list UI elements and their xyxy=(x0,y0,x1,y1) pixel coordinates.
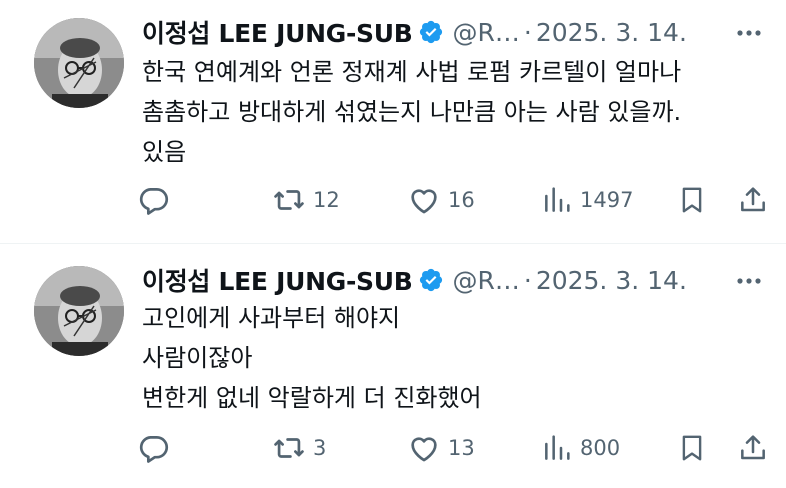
author-name[interactable]: 이정섭 LEE JUNG-SUB xyxy=(142,14,413,50)
heart-icon xyxy=(411,189,437,214)
bookmark-button[interactable] xyxy=(677,180,707,220)
share-icon xyxy=(741,187,765,212)
tweet-text-line: 고인에게 사과부터 해야지 xyxy=(142,304,401,332)
avatar[interactable] xyxy=(34,18,124,108)
tweet-header: 이정섭 LEE JUNG-SUB @R… · 2025. 3. 14. xyxy=(142,260,782,300)
tweet[interactable]: 이정섭 LEE JUNG-SUB @R… · 2025. 3. 14. 한국 연… xyxy=(0,0,786,243)
like-button[interactable]: 13 xyxy=(407,428,475,468)
separator-dot: · xyxy=(523,17,532,47)
verified-badge-icon xyxy=(418,267,444,293)
reply-button[interactable] xyxy=(137,428,171,468)
retweet-count: 3 xyxy=(313,436,327,460)
share-icon xyxy=(741,435,765,460)
views-icon xyxy=(545,187,570,212)
like-button[interactable]: 16 xyxy=(407,180,475,220)
tweet-date[interactable]: 2025. 3. 14. xyxy=(536,266,687,295)
like-count: 16 xyxy=(448,188,475,212)
more-options-icon[interactable] xyxy=(734,266,764,296)
bookmark-icon xyxy=(682,187,702,213)
retweet-button[interactable]: 12 xyxy=(272,180,340,220)
reply-icon xyxy=(139,188,169,215)
author-name[interactable]: 이정섭 LEE JUNG-SUB xyxy=(142,262,413,298)
verified-badge-icon xyxy=(418,19,444,45)
action-bar: 12 16 1497 xyxy=(0,180,786,220)
views-button[interactable]: 800 xyxy=(541,428,620,468)
like-count: 13 xyxy=(448,436,475,460)
tweet-text-line: 한국 연예계와 언론 정재계 사법 로펌 카르텔이 얼마나 xyxy=(142,58,682,86)
avatar[interactable] xyxy=(34,266,124,356)
author-handle[interactable]: @R… xyxy=(452,18,519,47)
tweet-text-line: 있음 xyxy=(142,138,187,166)
retweet-count: 12 xyxy=(313,188,340,212)
more-options-icon[interactable] xyxy=(734,18,764,48)
reply-button[interactable] xyxy=(137,180,171,220)
share-button[interactable] xyxy=(737,180,769,220)
view-count: 1497 xyxy=(580,188,634,212)
view-count: 800 xyxy=(580,436,621,460)
reply-icon xyxy=(139,436,169,463)
heart-icon xyxy=(411,437,437,462)
views-button[interactable]: 1497 xyxy=(541,180,633,220)
tweet-date[interactable]: 2025. 3. 14. xyxy=(536,18,687,47)
tweet-text: 고인에게 사과부터 해야지 사람이잖아 변한게 없네 악랄하게 더 진화했어 xyxy=(142,298,782,418)
tweet-text-line: 사람이잖아 xyxy=(142,344,253,372)
separator-dot: · xyxy=(523,265,532,295)
bookmark-button[interactable] xyxy=(677,428,707,468)
tweet-header: 이정섭 LEE JUNG-SUB @R… · 2025. 3. 14. xyxy=(142,12,782,52)
retweet-icon xyxy=(274,190,304,210)
tweet[interactable]: 이정섭 LEE JUNG-SUB @R… · 2025. 3. 14. 고인에게… xyxy=(0,244,786,488)
bookmark-icon xyxy=(682,435,702,461)
share-button[interactable] xyxy=(737,428,769,468)
retweet-icon xyxy=(274,438,304,458)
action-bar: 3 13 800 xyxy=(0,428,786,468)
tweet-text-line: 촘촘하고 방대하게 섞였는지 나만큼 아는 사람 있을까. xyxy=(142,98,682,126)
tweet-text-line: 변한게 없네 악랄하게 더 진화했어 xyxy=(142,384,482,412)
author-handle[interactable]: @R… xyxy=(452,266,519,295)
tweet-text: 한국 연예계와 언론 정재계 사법 로펌 카르텔이 얼마나 촘촘하고 방대하게 … xyxy=(142,52,782,172)
retweet-button[interactable]: 3 xyxy=(272,428,326,468)
views-icon xyxy=(545,435,570,460)
